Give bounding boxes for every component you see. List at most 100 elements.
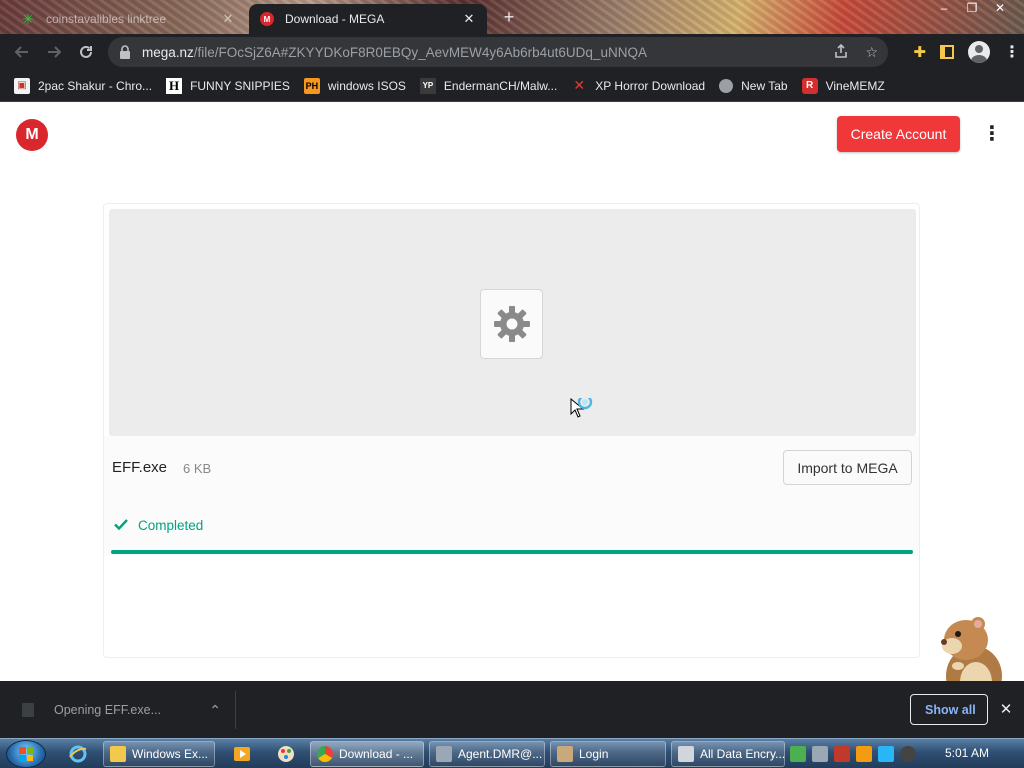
profile-avatar-icon[interactable] [968,41,990,63]
url-text: mega.nz/file/FOcSjZ6A#ZKYYDKoF8R0EBQy_Ae… [142,45,647,60]
start-button[interactable] [6,740,46,768]
mega-tab-icon: M [259,11,275,27]
file-preview [109,209,916,436]
taskbar-item-label: Windows Ex... [132,747,209,761]
create-account-button[interactable]: Create Account [837,116,960,152]
taskbar-item-label: Agent.DMR@... [458,747,543,761]
network-tray-icon[interactable] [790,746,806,762]
taskbar-item-chrome[interactable]: Download - ... [310,741,424,767]
chrome-menu-icon[interactable]: ⋮ [1004,42,1020,62]
internet-explorer-icon[interactable] [60,741,96,767]
windows-logo-icon [19,747,33,761]
taskbar-item-windows-explorer[interactable]: Windows Ex... [103,741,215,767]
forward-button[interactable] [38,36,70,68]
download-status-text: Completed [138,518,204,533]
linktree-icon: ✳ [22,11,34,27]
device-tray-icon[interactable] [812,746,828,762]
windows-taskbar: Windows Ex... Download - ... Agent.DMR@.… [0,738,1024,768]
new-tab-button[interactable]: + [498,6,520,28]
back-arrow-icon [14,46,28,58]
address-bar[interactable]: mega.nz/file/FOcSjZ6A#ZKYYDKoF8R0EBQy_Ae… [108,37,888,67]
download-shelf: Opening EFF.exe... ⌃ Show all ✕ [0,681,1024,738]
tool-tray-icon[interactable] [834,746,850,762]
taskbar-item-label: Download - ... [339,747,414,761]
tab-download-mega[interactable]: M Download - MEGA ✕ [249,4,487,34]
show-all-button[interactable]: Show all [910,694,988,725]
bookmark-label: XP Horror Download [595,78,706,93]
checkmark-icon [114,519,128,531]
globe-icon [719,78,734,93]
browser-toolbar: mega.nz/file/FOcSjZ6A#ZKYYDKoF8R0EBQy_Ae… [0,34,1024,70]
page-menu-icon[interactable]: ⋮ [982,121,1002,147]
app-tray-icon[interactable] [900,746,916,762]
taskbar-item-login[interactable]: Login [550,741,666,767]
media-player-icon[interactable] [224,741,260,767]
search-tray-icon[interactable] [856,746,872,762]
restore-icon[interactable]: ❐ [958,0,986,18]
download-progress-fill [111,550,913,554]
bookmark-windows-isos[interactable]: PH windows ISOS [303,77,406,94]
paint-icon[interactable] [268,741,304,767]
taskbar-item-agent-dmr[interactable]: Agent.DMR@... [429,741,545,767]
bookmarks-bar: ▣ 2pac Shakur - Chro... H FUNNY SNIPPIES P… [0,70,1024,102]
login-app-icon [557,746,573,762]
minimize-icon[interactable]: – [930,0,958,18]
back-button[interactable] [6,36,38,68]
tab-close-icon[interactable]: ✕ [220,11,236,27]
mega-logo-icon[interactable]: M [16,119,48,151]
chrome-icon [317,746,333,762]
taskbar-item-label: Login [579,747,609,761]
extension-icon: ▣ [14,77,30,94]
bookmark-funny-snippies[interactable]: H FUNNY SNIPPIES [166,77,290,94]
window-close-icon[interactable]: ✕ [986,0,1014,18]
reload-icon [80,45,92,58]
extensions-puzzle-icon[interactable]: ✚ [913,43,926,61]
download-item[interactable]: Opening EFF.exe... ⌃ [14,691,236,729]
tab-linktree[interactable]: ✳ coinstavalibles linktree ✕ [10,4,246,34]
yp-icon: YP [419,77,436,94]
bookmark-label: windows ISOS [327,78,406,93]
taskbar-clock[interactable]: 5:01 AM [945,746,989,760]
window-app-icon [436,746,452,762]
chevron-up-icon[interactable]: ⌃ [209,702,221,719]
tab-strip: ✳ coinstavalibles linktree ✕ M Download … [0,0,1024,34]
bookmark-label: EndermanCH/Malw... [443,78,558,93]
bookmark-label: New Tab [741,78,788,93]
mega-page: M Create Account ⋮ EFF.exe 6 KB Import t… [0,103,1024,681]
bookmark-vinememz[interactable]: R VineMEMZ [801,77,885,94]
bookmark-xp-horror[interactable]: ✕ XP Horror Download [571,77,706,94]
bookmark-endermanch[interactable]: YP EndermanCH/Malw... [419,77,558,94]
bookmark-label: FUNNY SNIPPIES [190,78,290,93]
taskbar-item-label: All Data Encry... [700,747,785,761]
lock-icon[interactable] [118,45,132,59]
bookmark-star-icon[interactable]: ☆ [865,44,878,61]
tab-close-icon[interactable]: ✕ [461,11,477,27]
reload-button[interactable] [70,36,102,68]
x-icon: ✕ [573,77,586,93]
taskbar-item-all-data-encrypted[interactable]: All Data Encry... [671,741,785,767]
ph-icon: PH [303,77,320,94]
h-icon: H [166,77,183,94]
forward-arrow-icon [48,46,62,58]
import-to-mega-button[interactable]: Import to MEGA [783,450,912,485]
download-item-label: Opening EFF.exe... [54,703,162,717]
file-size: 6 KB [183,461,212,476]
file-name: EFF.exe [112,459,168,476]
url-path: /file/FOcSjZ6A#ZKYYDKoF8R0EBQy_AevMEW4y6… [193,44,647,60]
tab-title: coinstavalibles linktree [46,12,167,26]
bookmark-new-tab[interactable]: New Tab [719,78,788,93]
file-card: EFF.exe 6 KB Import to MEGA Completed [103,203,920,658]
url-host: mega.nz [142,44,194,60]
close-shelf-icon[interactable]: ✕ [998,700,1014,718]
bookmark-label: 2pac Shakur - Chro... [38,78,153,93]
side-panel-icon[interactable] [940,45,954,59]
bookmark-label: VineMEMZ [825,78,885,93]
download-progress-bar [111,550,913,554]
monitor-tray-icon[interactable] [878,746,894,762]
notepad-icon [678,746,694,762]
file-info-row: EFF.exe 6 KB Import to MEGA [104,436,919,498]
share-icon[interactable] [833,43,849,62]
gear-icon [493,306,530,342]
download-status-row: Completed [104,498,919,556]
bookmark-2pac[interactable]: ▣ 2pac Shakur - Chro... [14,77,153,94]
